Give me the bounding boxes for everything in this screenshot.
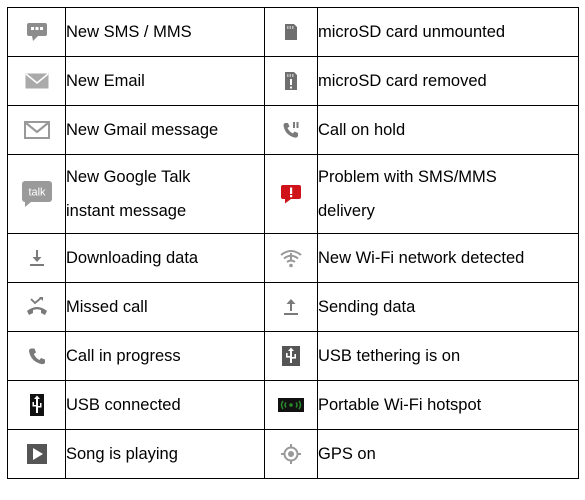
table-row: New SMS / MMS microSD card unmounted — [7, 7, 579, 57]
row-label-line-2: instant message — [66, 202, 187, 220]
wifi-icon — [279, 248, 303, 268]
upload-icon — [283, 298, 299, 316]
usb-icon — [29, 394, 44, 416]
row-label: New Wi-Fi network detected — [317, 233, 579, 283]
notification-icons-table: New SMS / MMS microSD card unmounted New… — [7, 7, 579, 479]
table-row: talk New Google Talk instant message Pro… — [7, 154, 579, 234]
row-label: New SMS / MMS — [65, 7, 265, 57]
row-label-line-1: New Google Talk — [66, 168, 191, 186]
email-icon — [24, 73, 49, 89]
row-label: Downloading data — [65, 233, 265, 283]
table-row: New Email microSD card removed — [7, 56, 579, 106]
gmail-icon — [23, 121, 50, 140]
row-label: microSD card unmounted — [317, 7, 579, 57]
sd-card-removed-icon — [284, 71, 298, 91]
row-label: USB tethering is on — [317, 331, 579, 381]
sms-error-icon — [280, 184, 302, 204]
table-row: New Gmail message Call on hold — [7, 105, 579, 155]
row-label: Song is playing — [65, 429, 265, 479]
sd-card-unmounted-icon — [284, 23, 298, 41]
sms-icon — [26, 22, 48, 42]
row-label-line-1: Problem with SMS/MMS — [318, 168, 497, 186]
table-row: Song is playing GPS on — [7, 429, 579, 479]
row-label: Call on hold — [317, 105, 579, 155]
play-icon — [26, 444, 47, 464]
talk-icon: talk — [21, 180, 53, 208]
row-label: Missed call — [65, 282, 265, 332]
row-label: Portable Wi-Fi hotspot — [317, 380, 579, 430]
download-icon — [29, 249, 45, 267]
svg-text:talk: talk — [28, 187, 46, 199]
call-in-progress-icon — [28, 347, 46, 365]
row-label: microSD card removed — [317, 56, 579, 106]
table-row: USB connected Portable Wi-Fi hotspot — [7, 380, 579, 430]
row-label: GPS on — [317, 429, 579, 479]
table-row: Call in progress USB tethering is on — [7, 331, 579, 381]
call-on-hold-icon — [282, 121, 300, 139]
missed-call-icon — [26, 297, 48, 317]
table-row: Missed call Sending data — [7, 282, 579, 332]
gps-icon — [281, 444, 301, 464]
hotspot-icon — [278, 398, 304, 413]
row-label: Sending data — [317, 282, 579, 332]
usb-tethering-icon — [282, 346, 300, 366]
row-label: USB connected — [65, 380, 265, 430]
row-label: Call in progress — [65, 331, 265, 381]
table-row: Downloading data New Wi-Fi network detec… — [7, 233, 579, 283]
row-label: New Gmail message — [65, 105, 265, 155]
row-label-line-2: delivery — [318, 202, 375, 220]
row-label: New Email — [65, 56, 265, 106]
